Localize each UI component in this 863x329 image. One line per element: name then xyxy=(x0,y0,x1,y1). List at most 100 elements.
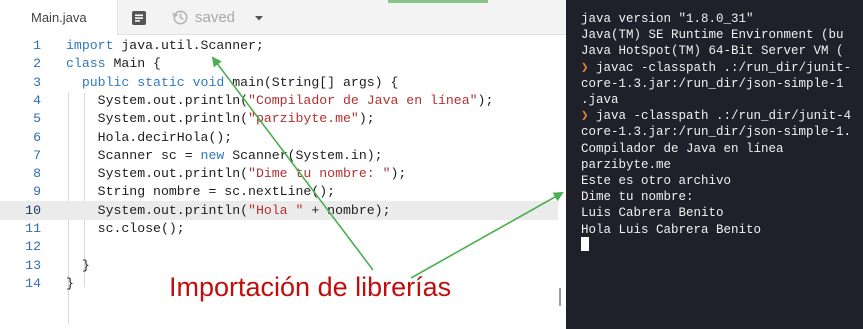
code-keyword: void xyxy=(192,74,225,90)
console-text: Java HotSpot(TM) 64-Bit Server VM ( xyxy=(581,44,844,59)
code-line[interactable]: 5 System.out.println("parzibyte.me"); xyxy=(0,109,558,128)
code-token: System.out.println( xyxy=(66,111,249,127)
line-number: 5 xyxy=(33,111,41,127)
console-text: Luis Cabrera Benito xyxy=(581,206,724,221)
code-line[interactable]: 9 String nombre = sc.nextLine(); xyxy=(0,182,558,201)
console-prompt-icon: ❯ xyxy=(581,60,589,75)
console-cursor xyxy=(581,237,589,251)
console-line: Luis Cabrera Benito xyxy=(581,205,724,221)
console-line: .java xyxy=(581,92,619,108)
line-number: 3 xyxy=(33,74,41,90)
code-line[interactable]: 3 public static void main(String[] args)… xyxy=(0,73,558,92)
console-text: javac -classpath .:/run_dir/junit- xyxy=(588,60,852,75)
code-text: System.out.println("parzibyte.me"); xyxy=(66,109,375,128)
code-keyword: static xyxy=(137,74,185,90)
line-number: 11 xyxy=(25,221,41,236)
annotation-caption: Importación de librerías xyxy=(169,272,452,302)
console-line: Java HotSpot(TM) 64-Bit Server VM ( xyxy=(581,43,844,59)
code-line[interactable]: 1 import java.util.Scanner; xyxy=(0,36,558,55)
console-line: ❯ javac -classpath .:/run_dir/junit- xyxy=(581,60,851,76)
save-status: saved xyxy=(172,0,235,35)
code-text: Scanner sc = new Scanner(System.in); xyxy=(66,146,383,165)
code-token: java.util.Scanner; xyxy=(113,38,264,53)
code-text: class Main { xyxy=(66,54,161,73)
code-line[interactable]: 2 class Main { xyxy=(0,54,558,73)
console-text: Compilador de Java en línea xyxy=(581,141,784,156)
code-line[interactable]: 8 System.out.println("Dime tu nombre: ")… xyxy=(0,164,558,183)
editor-tab-bar: Main.java saved xyxy=(0,0,566,35)
console-text: java -classpath .:/run_dir/junit-4 xyxy=(588,109,852,124)
code-token: ); xyxy=(358,111,375,127)
code-token: } xyxy=(66,275,74,291)
code-token: String nombre = sc.nextLine(); xyxy=(66,184,336,200)
code-line[interactable]: 7 Scanner sc = new Scanner(System.in); xyxy=(0,146,558,165)
line-number: 12 xyxy=(25,239,41,255)
code-text: String nombre = sc.nextLine(); xyxy=(66,182,335,201)
console-line: Dime tu nombre: xyxy=(581,189,694,205)
line-number: 4 xyxy=(33,92,41,108)
code-keyword: new xyxy=(200,147,225,163)
code-token: System.out.println( xyxy=(66,202,249,218)
console-line: Hola Luis Cabrera Benito xyxy=(581,222,761,238)
code-line[interactable]: 10 System.out.println("Hola " + nombre); xyxy=(0,200,558,220)
console-text: Java(TM) SE Runtime Environment (bu xyxy=(581,28,844,43)
line-number: 10 xyxy=(25,202,41,218)
console-text: core-1.3.jar:/run_dir/json-simple-1. xyxy=(581,125,852,140)
console-line: core-1.3.jar:/run_dir/json-simple-1. xyxy=(581,124,851,140)
code-token: + nombre); xyxy=(303,202,391,218)
line-number: 6 xyxy=(33,129,41,145)
code-token: Main { xyxy=(105,56,161,72)
code-text: } xyxy=(66,274,74,293)
chevron-down-icon[interactable] xyxy=(252,12,266,24)
code-text: System.out.println("Hola " + nombre); xyxy=(66,201,391,220)
console-line: core-1.3.jar:/run_dir/json-simple-1 xyxy=(581,76,844,92)
line-number: 14 xyxy=(25,275,41,291)
code-keyword: public xyxy=(81,74,130,90)
scrollbar-handle[interactable] xyxy=(559,288,561,306)
code-token: sc.close(); xyxy=(66,221,185,236)
console-line: Este es otro archivo xyxy=(581,173,731,189)
line-number: 1 xyxy=(33,38,41,53)
code-token: System.out.println( xyxy=(66,92,249,108)
console-text: java version "1.8.0_31" xyxy=(581,12,754,26)
console-line: ❯ java -classpath .:/run_dir/junit-4 xyxy=(581,108,851,124)
code-line[interactable]: 4 System.out.println("Compilador de Java… xyxy=(0,91,558,110)
format-icon[interactable] xyxy=(130,9,148,27)
console-text: .java xyxy=(581,93,619,107)
console-line: Java(TM) SE Runtime Environment (bu xyxy=(581,27,844,43)
console-text: Este es otro archivo xyxy=(581,174,732,188)
code-text: System.out.println("Dime tu nombre: "); xyxy=(66,164,407,183)
console-text: Hola Luis Cabrera Benito xyxy=(581,222,762,237)
console-line: parzibyte.me xyxy=(581,157,671,173)
tab-accent-bar xyxy=(388,0,488,3)
line-number: 2 xyxy=(33,56,41,72)
code-token: ); xyxy=(477,92,494,108)
code-text: Hola.decirHola(); xyxy=(66,128,233,147)
code-keyword: import xyxy=(66,38,114,53)
save-status-label: saved xyxy=(195,9,236,26)
code-line[interactable]: 12 xyxy=(0,237,558,256)
code-text: } xyxy=(66,256,90,275)
line-number: 7 xyxy=(33,147,41,163)
save-status-icon xyxy=(172,10,188,25)
code-token: ); xyxy=(390,166,407,182)
code-token: main(String[] args) { xyxy=(224,74,399,90)
code-string: "parzibyte.me" xyxy=(248,111,359,127)
line-number: 9 xyxy=(33,184,41,200)
file-tab-main-java[interactable]: Main.java xyxy=(0,0,118,35)
code-string: "Dime tu nombre: " xyxy=(248,166,391,182)
code-text: sc.close(); xyxy=(66,219,185,238)
console-prompt-icon: ❯ xyxy=(581,109,589,124)
console-line: java version "1.8.0_31" xyxy=(581,11,754,27)
code-line[interactable]: 6 Hola.decirHola(); xyxy=(0,128,558,147)
code-token: Scanner(System.in); xyxy=(224,147,383,163)
console-text: Dime tu nombre: xyxy=(581,190,694,205)
console-line: Compilador de Java en línea xyxy=(581,141,784,157)
code-token: Hola.decirHola(); xyxy=(66,129,233,145)
code-token: System.out.println( xyxy=(66,166,249,182)
code-line[interactable]: 11 sc.close(); xyxy=(0,219,558,238)
console-text: parzibyte.me xyxy=(581,157,672,172)
console-pane[interactable]: java version "1.8.0_31" Java(TM) SE Runti… xyxy=(566,0,863,329)
